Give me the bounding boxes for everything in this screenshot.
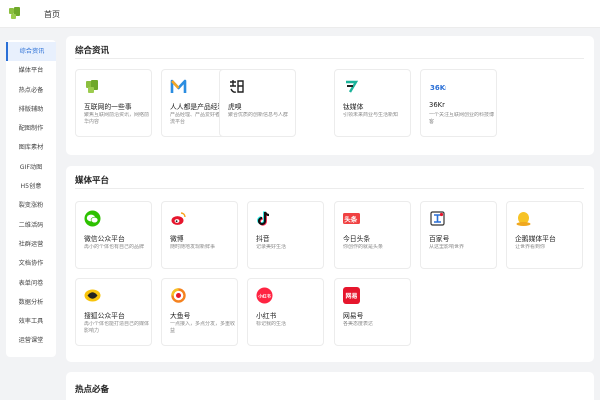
yixieshi-logo-icon: [86, 80, 98, 93]
section-media: 媒体平台 微信公众平台 再小的个体也有自己的品牌 微博 随时随地发现新鲜事 抖音…: [66, 166, 594, 362]
site-card-dayu[interactable]: 大鱼号 一点接入，多点分发，多重收益: [161, 278, 238, 346]
sidebar-item-news[interactable]: 综合资讯: [6, 42, 56, 62]
sidebar-item-analytics[interactable]: 数据分析: [6, 293, 56, 312]
section-title: 媒体平台: [75, 176, 110, 186]
site-card-desc: 标记我的生活: [256, 321, 287, 327]
site-card-penguin[interactable]: 企鹅媒体平台 让世界看到你: [506, 201, 583, 269]
dayu-logo-icon: [171, 288, 186, 303]
site-card-name: 小红书: [256, 312, 277, 320]
site-card-toutiao[interactable]: 头条 今日头条 你创作的就是头条: [334, 201, 411, 269]
site-card-huxiu[interactable]: 虎嗅 聚合优质的创新信息与人群: [219, 69, 296, 137]
section-divider: [75, 58, 584, 59]
sidebar-item-media[interactable]: 媒体平台: [6, 61, 56, 80]
section-hot: 热点必备: [66, 372, 594, 400]
site-card-name: 钛媒体: [343, 103, 364, 111]
sidebar-item-gif[interactable]: GIF动图: [6, 158, 56, 177]
baijiahao-logo-icon: [430, 211, 445, 226]
site-card-name: 搜狐公众平台: [84, 312, 125, 320]
tmtpost-logo-icon: [344, 80, 359, 93]
woshipm-logo-icon: [170, 79, 187, 93]
site-card-desc: 聚焦互联网前沿资讯，网络前华内容: [84, 112, 150, 125]
site-card-desc: 你创作的就是头条: [343, 244, 384, 250]
wechat-logo-icon: [84, 210, 101, 227]
site-card-wangyi[interactable]: 网易 网易号 各美态度表达: [334, 278, 411, 346]
site-card-weibo[interactable]: 微博 随时随地发现新鲜事: [161, 201, 238, 269]
site-logo-icon[interactable]: [8, 6, 22, 20]
category-sidebar: 综合资讯 媒体平台 热点必备 排版辅助 配图制作 图库素材 GIF动图 H5创意…: [6, 40, 56, 357]
douyin-logo-icon: [257, 211, 270, 226]
sohu-logo-icon: [84, 289, 101, 302]
sidebar-item-docs[interactable]: 文档协作: [6, 254, 56, 273]
site-card-name: 人人都是产品经理: [170, 103, 225, 111]
svg-text:头条: 头条: [344, 215, 358, 224]
site-card-name: 36Kr: [429, 101, 445, 109]
sidebar-item-stock[interactable]: 图库素材: [6, 138, 56, 157]
site-card-desc: 再小的个体也有自己的品牌: [84, 244, 145, 250]
site-card-desc: 记录美好生活: [256, 244, 287, 250]
site-card-name: 微信公众平台: [84, 235, 125, 243]
site-card-desc: 聚合优质的创新信息与人群: [228, 112, 289, 118]
penguin-logo-icon: [516, 212, 531, 226]
site-card-name: 抖音: [256, 235, 270, 243]
sidebar-item-tools[interactable]: 效率工具: [6, 312, 56, 331]
sidebar-item-h5[interactable]: H5创意: [6, 177, 56, 196]
svg-text:36Kr: 36Kr: [430, 84, 446, 92]
sidebar-item-layout[interactable]: 排版辅助: [6, 100, 56, 119]
weibo-logo-icon: [171, 212, 186, 225]
section-divider: [75, 188, 584, 189]
36kr-logo-icon: 36Kr: [430, 84, 446, 92]
site-card-tmtpost[interactable]: 钛媒体 引领未来商业与生活新知: [334, 69, 411, 137]
top-bar: 首页: [0, 0, 600, 28]
site-card-desc: 再小个体也能打造自己的媒体影响力: [84, 321, 150, 334]
site-card-desc: 随时随地发现新鲜事: [170, 244, 216, 250]
site-card-desc: 引领未来商业与生活新知: [343, 112, 399, 118]
site-card-36kr[interactable]: 36Kr 36Kr 一个关注互联网创业的科技博客: [420, 69, 497, 137]
site-card-xiaohongshu[interactable]: 小红书 小红书 标记我的生活: [247, 278, 324, 346]
huxiu-logo-icon: [230, 80, 244, 93]
sidebar-item-hot[interactable]: 热点必备: [6, 81, 56, 100]
toutiao-logo-icon: 头条: [343, 213, 360, 224]
site-card-name: 今日头条: [343, 235, 371, 243]
site-card-douyin[interactable]: 抖音 记录美好生活: [247, 201, 324, 269]
site-card-desc: 一点接入，多点分发，多重收益: [170, 321, 236, 334]
section-news: 综合资讯 互联网的一些事 聚焦互联网前沿资讯，网络前华内容 人人都是产品经理 产…: [66, 36, 594, 155]
sidebar-item-growth[interactable]: 裂变涨粉: [6, 196, 56, 215]
site-card-sohu[interactable]: 搜狐公众平台 再小个体也能打造自己的媒体影响力: [75, 278, 152, 346]
site-card-name: 互联网的一些事: [84, 103, 132, 111]
site-card-name: 网易号: [343, 312, 364, 320]
section-title: 综合资讯: [75, 46, 110, 56]
site-card-name: 虎嗅: [228, 103, 242, 111]
site-card-desc: 从这里影响世界: [429, 244, 465, 250]
site-card-name: 微博: [170, 235, 184, 243]
sidebar-item-forms[interactable]: 表单问卷: [6, 274, 56, 293]
site-card-desc: 让世界看到你: [515, 244, 546, 250]
wangyi-badge-text: 网易: [345, 292, 357, 300]
site-card-name: 百家号: [429, 235, 450, 243]
section-title: 热点必备: [75, 385, 110, 395]
nav-home-link[interactable]: 首页: [44, 9, 60, 20]
site-card-name: 大鱼号: [170, 312, 191, 320]
sidebar-item-qrcode[interactable]: 二维活码: [6, 216, 56, 235]
site-card-wechat[interactable]: 微信公众平台 再小的个体也有自己的品牌: [75, 201, 152, 269]
site-card-baijiahao[interactable]: 百家号 从这里影响世界: [420, 201, 497, 269]
sidebar-item-community[interactable]: 社群运营: [6, 235, 56, 254]
sidebar-item-courses[interactable]: 运营课堂: [6, 331, 56, 350]
site-card-desc: 各美态度表达: [343, 321, 374, 327]
wangyi-logo-icon: 网易: [343, 287, 360, 304]
site-card-yixieshi[interactable]: 互联网的一些事 聚焦互联网前沿资讯，网络前华内容: [75, 69, 152, 137]
xiaohongshu-badge-text: 小红书: [258, 292, 271, 299]
site-card-name: 企鹅媒体平台: [515, 235, 556, 243]
xiaohongshu-logo-icon: 小红书: [256, 287, 273, 304]
site-card-desc: 一个关注互联网创业的科技博客: [429, 112, 495, 125]
sidebar-item-image[interactable]: 配图制作: [6, 119, 56, 138]
